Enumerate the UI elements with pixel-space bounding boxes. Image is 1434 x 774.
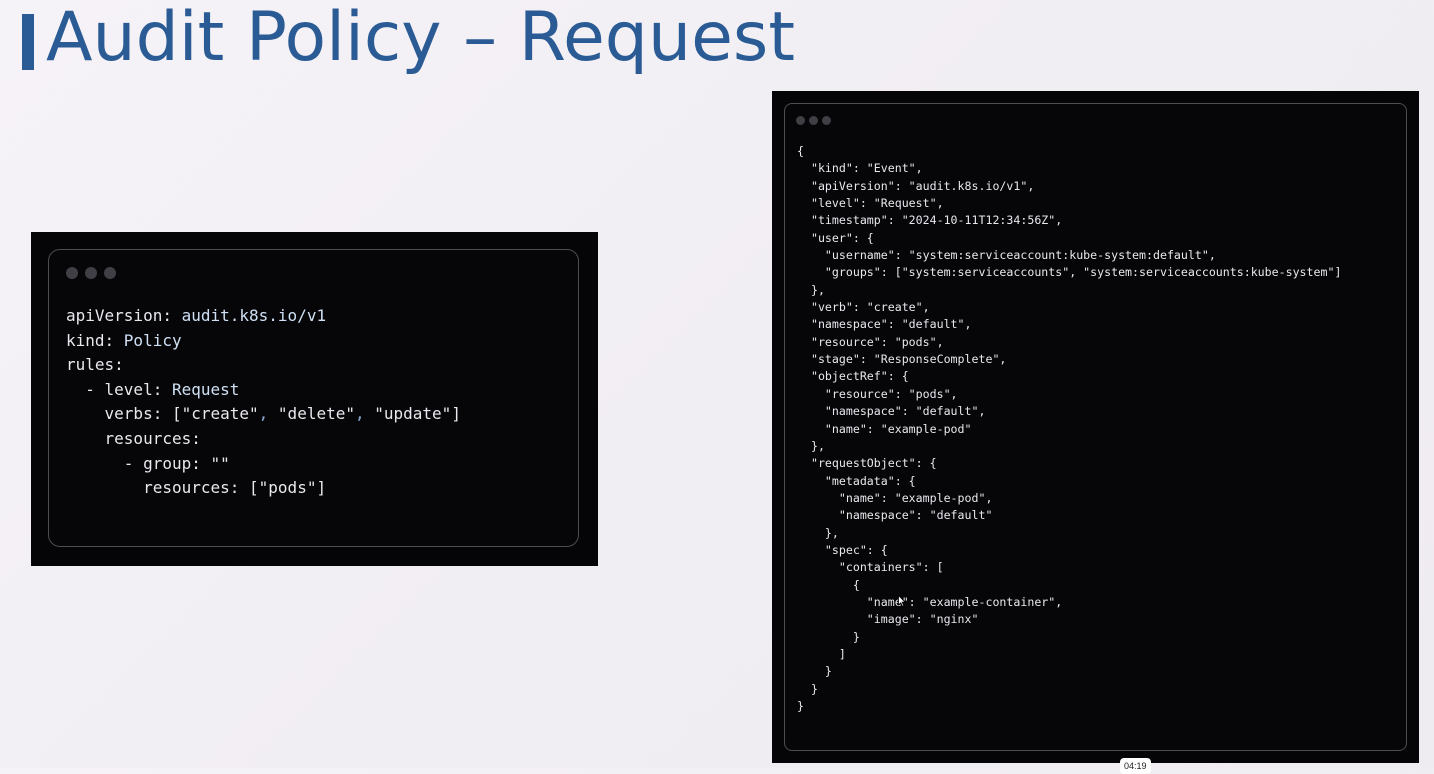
code-line: "name": "example-pod" (797, 421, 972, 436)
code-line: - group: "" (66, 453, 230, 473)
code-line: }, (797, 282, 825, 297)
window-dot-icon (85, 267, 97, 279)
code-line: "resource": "pods", (797, 334, 944, 349)
code-line: "name": "example-pod", (797, 490, 993, 505)
code-line: "objectRef": { (797, 369, 909, 384)
code-line: kind: Policy (66, 330, 182, 350)
code-line: "kind": "Event", (797, 161, 923, 176)
window-controls (796, 116, 831, 125)
code-line: - level: Request (66, 379, 240, 399)
title-accent-bar (22, 14, 34, 70)
code-line: "containers": [ (797, 560, 944, 575)
code-line: } (797, 699, 804, 713)
window-dot-icon (809, 116, 818, 125)
code-line: }, (797, 525, 839, 540)
code-line: } (797, 681, 818, 696)
code-line: "requestObject": { (797, 456, 937, 471)
mouse-pointer-icon (898, 595, 906, 607)
policy-code-panel: apiVersion: audit.k8s.io/v1 kind: Policy r… (31, 232, 598, 566)
code-line: "name": "example-container", (797, 594, 1063, 609)
code-line: "spec": { (797, 542, 888, 557)
slide-title: Audit Policy – Request (46, 0, 795, 77)
code-line: verbs: ["create", "delete", "update"] (66, 404, 461, 424)
window-dot-icon (822, 116, 831, 125)
code-line: "stage": "ResponseComplete", (797, 352, 1007, 367)
code-line: "username": "system:serviceaccount:kube-… (797, 248, 1216, 263)
code-line: { (797, 144, 804, 158)
code-line: "namespace": "default", (797, 317, 972, 332)
code-line: ] (797, 646, 846, 661)
code-line: } (797, 629, 860, 644)
code-line: "groups": ["system:serviceaccounts", "sy… (797, 265, 1342, 280)
policy-code-window: apiVersion: audit.k8s.io/v1 kind: Policy r… (48, 249, 579, 547)
code-line: "resource": "pods", (797, 386, 958, 401)
code-line: "user": { (797, 230, 874, 245)
event-json-window: { "kind": "Event", "apiVersion": "audit.… (784, 103, 1407, 751)
window-controls (66, 267, 116, 279)
code-line: "namespace": "default" (797, 508, 993, 523)
code-line: apiVersion: audit.k8s.io/v1 (66, 306, 327, 325)
policy-yaml-code: apiVersion: audit.k8s.io/v1 kind: Policy r… (66, 304, 461, 501)
video-timestamp-badge: 04:19 (1120, 758, 1151, 774)
code-line: { (797, 577, 860, 592)
window-dot-icon (796, 116, 805, 125)
code-line: "namespace": "default", (797, 404, 986, 419)
code-line: "apiVersion": "audit.k8s.io/v1", (797, 178, 1035, 193)
code-line: }, (797, 438, 825, 453)
code-line: "level": "Request", (797, 196, 944, 211)
code-line: "verb": "create", (797, 300, 930, 315)
code-line: resources: ["pods"] (66, 478, 327, 498)
code-line: "timestamp": "2024-10-11T12:34:56Z", (797, 213, 1063, 228)
code-line: rules: (66, 355, 124, 375)
code-line: resources: (66, 428, 201, 448)
event-json-code: { "kind": "Event", "apiVersion": "audit.… (797, 143, 1341, 715)
window-dot-icon (66, 267, 78, 279)
event-json-panel: { "kind": "Event", "apiVersion": "audit.… (772, 91, 1419, 763)
window-dot-icon (104, 267, 116, 279)
code-line: "image": "nginx" (797, 612, 979, 627)
code-line: "metadata": { (797, 473, 916, 488)
code-line: } (797, 664, 832, 679)
